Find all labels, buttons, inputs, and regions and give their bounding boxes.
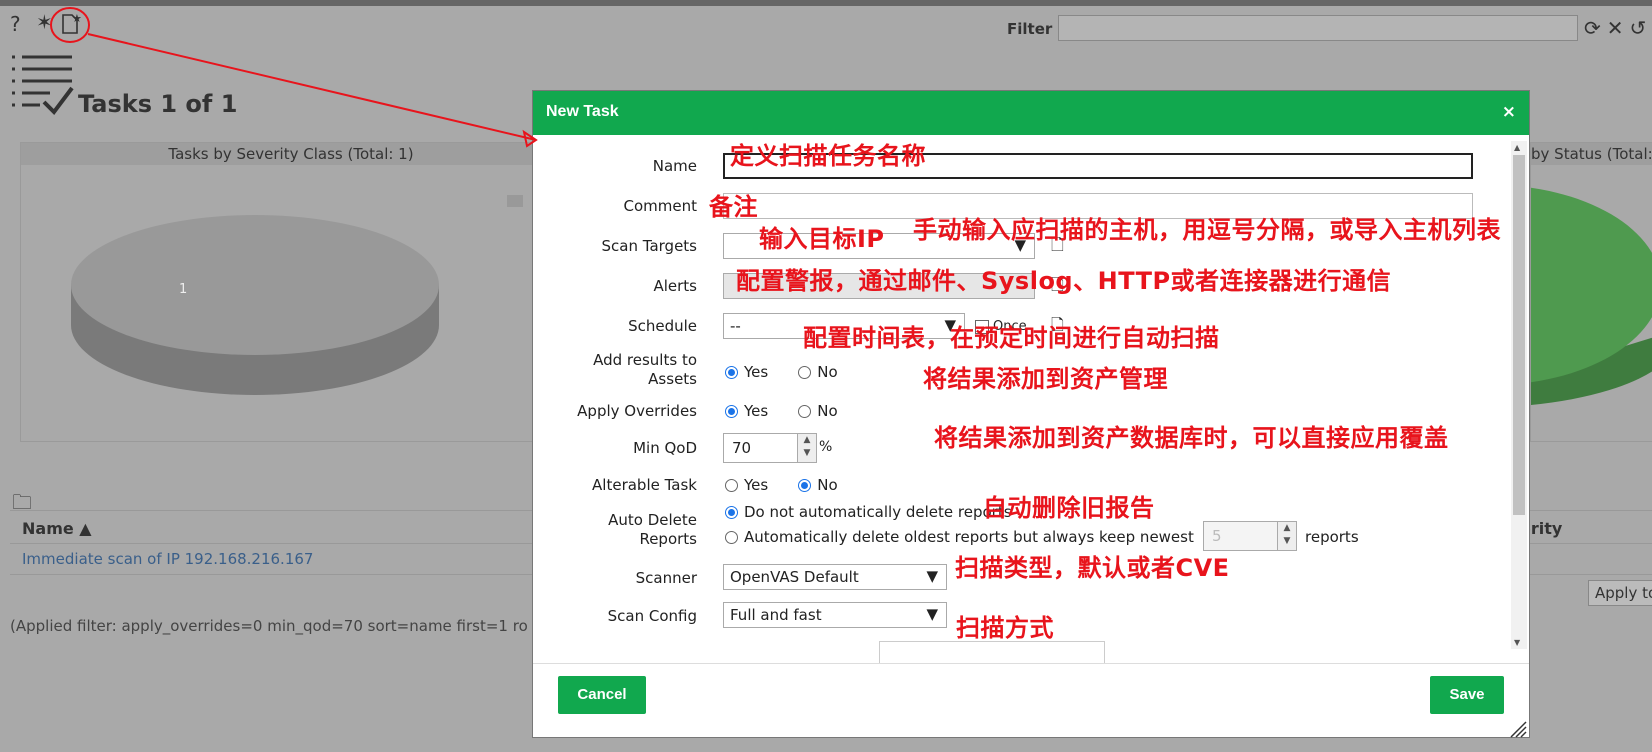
chevron-down-icon: ▼ xyxy=(926,567,938,585)
applied-filter-text: (Applied filter: apply_overrides=0 min_q… xyxy=(10,617,528,635)
annotation-comment: 备注 xyxy=(709,193,758,221)
auto-delete-label: Auto Delete Reports xyxy=(608,511,697,548)
comment-label: Comment xyxy=(623,197,698,215)
cancel-button[interactable]: Cancel xyxy=(558,676,646,714)
add-results-yes[interactable] xyxy=(725,365,738,379)
task-list-icon xyxy=(12,55,74,116)
scanner-value: OpenVAS Default xyxy=(730,568,859,586)
dialog-header: New Task × xyxy=(533,91,1529,135)
scan-config-label: Scan Config xyxy=(607,607,697,625)
scan-config-value: Full and fast xyxy=(730,606,822,624)
chart-title-status: by Status (Total: xyxy=(1531,143,1652,165)
annotation-target-hosts: 手动输入应扫描的主机，用逗号分隔，或导入主机列表 xyxy=(913,216,1501,244)
dialog-scrollbar[interactable]: ▲ ▼ xyxy=(1511,141,1527,649)
resize-handle-icon[interactable] xyxy=(1507,718,1527,738)
help-icon[interactable]: ? xyxy=(10,12,21,36)
alterable-radios: Yes No xyxy=(725,476,838,494)
refresh-icon[interactable]: ⟳ xyxy=(1584,16,1607,40)
severity-chart-panel: Tasks by Severity Class (Total: 1) 1 xyxy=(20,142,562,442)
pie-slice[interactable] xyxy=(71,215,439,355)
scroll-up-icon[interactable]: ▲ xyxy=(1514,143,1520,152)
wizard-icon[interactable]: ✶ xyxy=(36,10,53,34)
status-chart-panel: by Status (Total: xyxy=(1530,142,1652,442)
apply-overrides-label: Apply Overrides xyxy=(577,402,697,420)
min-qod-spinner[interactable]: 70 ▲ ▼ xyxy=(723,433,817,463)
name-label: Name xyxy=(652,157,697,175)
add-results-no[interactable] xyxy=(798,365,812,379)
page-title: Tasks 1 of 1 xyxy=(78,90,238,118)
reset-icon[interactable]: ↺ xyxy=(1630,16,1652,40)
close-icon[interactable]: × xyxy=(1502,102,1516,122)
auto-delete-oldest-row: Automatically delete oldest reports but … xyxy=(725,528,1194,546)
min-qod-unit: % xyxy=(819,439,833,455)
spinner-arrows-icon[interactable]: ▲ ▼ xyxy=(1277,522,1296,550)
clear-filter-icon[interactable]: ✕ xyxy=(1607,16,1630,40)
chevron-down-icon: ▼ xyxy=(926,605,938,623)
severity-pie-chart: 1 xyxy=(71,195,523,395)
chart-title: Tasks by Severity Class (Total: 1) xyxy=(21,143,561,165)
apply-overrides-radios: Yes No xyxy=(725,402,838,420)
annotation-overrides: 将结果添加到资产数据库时，可以直接应用覆盖 xyxy=(934,424,1449,452)
apply-to-button[interactable]: Apply to xyxy=(1588,580,1652,606)
auto-delete-none-row: Do not automatically delete reports xyxy=(725,503,1012,521)
svg-text:★: ★ xyxy=(72,12,82,25)
add-results-radios: Yes No xyxy=(725,363,838,381)
alterable-yes[interactable] xyxy=(725,478,738,492)
min-qod-label: Min QoD xyxy=(633,439,697,457)
auto-delete-oldest-radio[interactable] xyxy=(725,530,738,544)
scan-targets-label: Scan Targets xyxy=(601,237,697,255)
keep-newest-spinner[interactable]: 5 ▲ ▼ xyxy=(1203,521,1297,551)
save-button[interactable]: Save xyxy=(1430,676,1504,714)
overrides-yes[interactable] xyxy=(725,404,738,418)
dialog-title: New Task xyxy=(546,103,619,120)
column-name[interactable]: Name ▲ xyxy=(22,519,92,538)
status-pie-chart xyxy=(1531,187,1652,405)
add-results-label: Add results to Assets xyxy=(593,351,697,388)
next-field-partial xyxy=(879,641,1105,663)
scan-config-select[interactable]: Full and fast ▼ xyxy=(723,602,947,628)
annotation-name: 定义扫描任务名称 xyxy=(730,142,926,170)
schedule-value: -- xyxy=(730,317,741,335)
pie-slice-label: 1 xyxy=(179,282,187,297)
annotation-assets: 将结果添加到资产管理 xyxy=(923,365,1168,393)
annotation-alerts: 配置警报，通过邮件、Syslog、HTTP或者连接器进行通信 xyxy=(736,267,1392,295)
alterable-label: Alterable Task xyxy=(592,476,697,494)
alterable-no[interactable] xyxy=(798,478,812,492)
filter-label: Filter xyxy=(1007,20,1053,38)
schedule-label: Schedule xyxy=(628,317,697,335)
annotation-scan-config: 扫描方式 xyxy=(956,614,1054,642)
min-qod-value: 70 xyxy=(732,439,752,457)
alerts-label: Alerts xyxy=(653,277,697,295)
spinner-arrows-icon[interactable]: ▲ ▼ xyxy=(797,434,816,462)
annotation-target-ip: 输入目标IP xyxy=(759,225,885,253)
keep-newest-value: 5 xyxy=(1212,527,1222,545)
annotation-schedule: 配置时间表，在预定时间进行自动扫描 xyxy=(803,324,1220,352)
legend-swatch xyxy=(507,195,523,207)
scroll-thumb[interactable] xyxy=(1513,155,1525,515)
annotation-scanner: 扫描类型，默认或者CVE xyxy=(955,554,1230,582)
annotation-auto-delete: 自动删除旧报告 xyxy=(983,494,1155,522)
scanner-label: Scanner xyxy=(635,569,697,587)
top-bar xyxy=(0,0,1652,6)
dialog-footer: Cancel Save xyxy=(533,663,1529,740)
filter-input[interactable] xyxy=(1058,15,1578,41)
reports-label: reports xyxy=(1305,528,1359,546)
overrides-no[interactable] xyxy=(798,404,812,418)
filter-actions: ⟳✕↺ xyxy=(1584,16,1652,40)
new-task-icon[interactable]: ★ xyxy=(60,12,82,41)
scroll-down-icon[interactable]: ▼ xyxy=(1514,638,1520,647)
task-link[interactable]: Immediate scan of IP 192.168.216.167 xyxy=(22,550,313,568)
scanner-select[interactable]: OpenVAS Default ▼ xyxy=(723,564,947,590)
auto-delete-none-radio[interactable] xyxy=(725,505,738,519)
